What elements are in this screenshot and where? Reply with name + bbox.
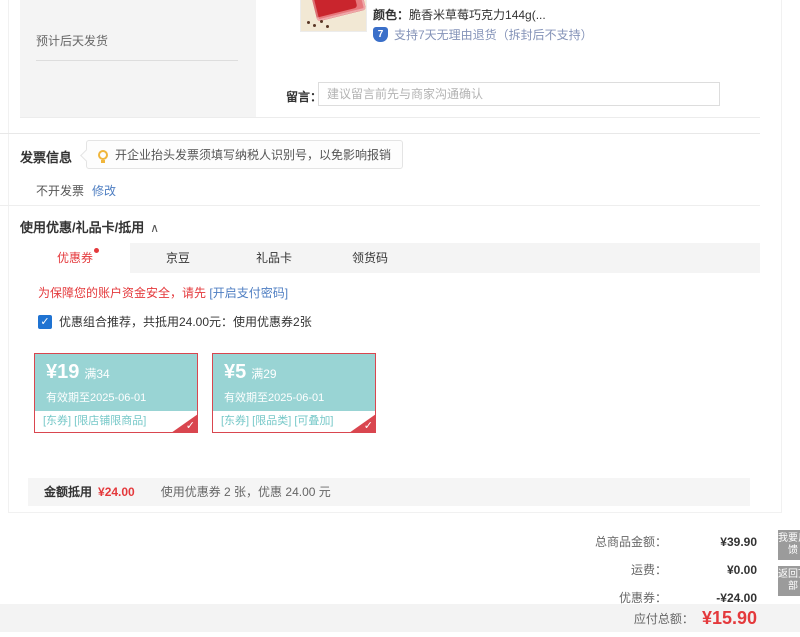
shipping-underline xyxy=(36,60,238,61)
summary-value: ¥0.00 xyxy=(726,563,757,577)
seven-day-return-icon: 7 xyxy=(373,27,388,42)
invoice-modify-link[interactable]: 修改 xyxy=(92,184,116,198)
enable-payment-password-link[interactable]: [开启支付密码] xyxy=(209,286,288,300)
crumb-dot xyxy=(320,20,323,23)
product-image-chocolate xyxy=(309,0,366,22)
coupon-amount: ¥5 xyxy=(224,361,247,383)
invoice-tip-text: 开企业抬头发票须填写纳税人识别号，以免影响报销 xyxy=(115,148,392,162)
tab-jingdou-label: 京豆 xyxy=(165,251,190,265)
checkmark-icon: ✓ xyxy=(185,420,195,432)
crumb-dot xyxy=(326,25,329,28)
total-payable-band: 应付总额： ¥15.90 xyxy=(0,604,800,632)
product-thumbnail[interactable] xyxy=(300,0,367,32)
total-payable-row: 应付总额： ¥15.90 xyxy=(634,604,757,632)
summary-label: 总商品金额： xyxy=(594,535,667,549)
combo-recommend-row: ✓ 优惠组合推荐，共抵用24.00元：使用优惠券2张 xyxy=(38,313,312,330)
crumb-dot xyxy=(313,24,316,27)
coupon-top: ¥19 满34 有效期至2025-06-01 xyxy=(35,354,197,411)
color-value: 脆香米草莓巧克力144g(... xyxy=(409,8,546,22)
collapse-caret-icon[interactable]: ∧ xyxy=(150,221,159,235)
crumb-dot xyxy=(307,21,310,24)
shipping-option-box[interactable]: 预计后天发货 xyxy=(20,0,256,118)
total-value: ¥15.90 xyxy=(701,607,757,628)
total-label: 应付总额： xyxy=(633,611,694,626)
discount-title-text: 使用优惠/礼品卡/抵用 xyxy=(20,220,145,235)
price-summary: 总商品金额： ¥39.90 运费： ¥0.00 优惠券： -¥24.00 xyxy=(360,528,757,612)
coupon-card-5[interactable]: ¥5 满29 有效期至2025-06-01 [东券] [限品类] [可叠加] ✓ xyxy=(212,353,376,433)
coupon-notification-dot xyxy=(94,248,99,253)
product-color-row: 颜色：脆香米草莓巧克力144g(... xyxy=(373,6,546,23)
coupon-condition: 满34 xyxy=(84,367,110,381)
summary-label: 运费： xyxy=(630,563,667,577)
feedback-button[interactable]: 我要反馈 xyxy=(778,530,800,560)
summary-value: ¥39.90 xyxy=(720,535,757,549)
tab-coupon[interactable]: 优惠券 xyxy=(20,243,130,273)
invoice-current-row: 不开发票 修改 xyxy=(36,182,116,199)
checkmark-icon: ✓ xyxy=(363,420,373,432)
deduction-detail: 使用优惠券 2 张，优惠 24.00 元 xyxy=(160,485,331,499)
color-label: 颜色： xyxy=(373,8,410,22)
invoice-tooltip: 开企业抬头发票须填写纳税人识别号，以免影响报销 xyxy=(86,140,404,169)
deduction-summary-row: 金额抵用 ¥24.00 使用优惠券 2 张，优惠 24.00 元 xyxy=(28,478,750,506)
security-notice-text: 为保障您的账户资金安全，请先 xyxy=(38,286,207,300)
message-input[interactable] xyxy=(318,82,720,106)
summary-row-shipping: 运费： ¥0.00 xyxy=(360,556,757,584)
coupon-card-19[interactable]: ¥19 满34 有效期至2025-06-01 [东券] [限店铺限商品] ✓ xyxy=(34,353,198,433)
security-notice: 为保障您的账户资金安全，请先 [开启支付密码] xyxy=(38,284,288,301)
shipping-estimate: 预计后天发货 xyxy=(36,34,109,48)
tab-redeem-code[interactable]: 领货码 xyxy=(322,243,418,273)
summary-row-goods: 总商品金额： ¥39.90 xyxy=(360,528,757,556)
section-divider xyxy=(0,205,760,206)
tab-giftcard-label: 礼品卡 xyxy=(255,251,292,265)
invoice-current-value: 不开发票 xyxy=(36,184,85,198)
discount-tabbar: 优惠券 京豆 礼品卡 领货码 xyxy=(20,243,760,273)
coupon-expiry: 有效期至2025-06-01 xyxy=(46,392,147,404)
coupon-top: ¥5 满29 有效期至2025-06-01 xyxy=(213,354,375,411)
deduction-amount: ¥24.00 xyxy=(98,485,135,499)
deduction-label: 金额抵用 xyxy=(44,485,93,499)
coupon-list: ¥19 满34 有效期至2025-06-01 [东券] [限店铺限商品] ✓ ¥5… xyxy=(34,353,376,433)
coupon-condition: 满29 xyxy=(251,367,277,381)
return-policy-text: 支持7天无理由退货（拆封后不支持） xyxy=(394,28,593,42)
lightbulb-icon xyxy=(98,149,108,163)
tab-redeem-code-label: 领货码 xyxy=(351,251,388,265)
section-divider xyxy=(0,133,760,134)
tab-jingdou[interactable]: 京豆 xyxy=(130,243,226,273)
tab-coupon-label: 优惠券 xyxy=(56,251,93,265)
invoice-section-title: 发票信息 xyxy=(20,150,73,165)
message-label: 留言： xyxy=(286,90,323,104)
combo-checkbox[interactable]: ✓ xyxy=(38,314,52,329)
checkout-page: 预计后天发货 颜色：脆香米草莓巧克力144g(... 7 支持7天无理由退货（拆… xyxy=(0,0,800,637)
top-section-divider xyxy=(20,117,760,118)
return-policy-row: 7 支持7天无理由退货（拆封后不支持） xyxy=(373,26,593,43)
discount-section-title: 使用优惠/礼品卡/抵用 ∧ xyxy=(20,217,159,236)
back-to-top-button[interactable]: 返回顶部 xyxy=(778,566,800,596)
combo-label: 优惠组合推荐，共抵用24.00元：使用优惠券2张 xyxy=(59,315,312,329)
coupon-expiry: 有效期至2025-06-01 xyxy=(224,392,325,404)
coupon-amount: ¥19 xyxy=(46,361,80,383)
tab-giftcard[interactable]: 礼品卡 xyxy=(226,243,322,273)
